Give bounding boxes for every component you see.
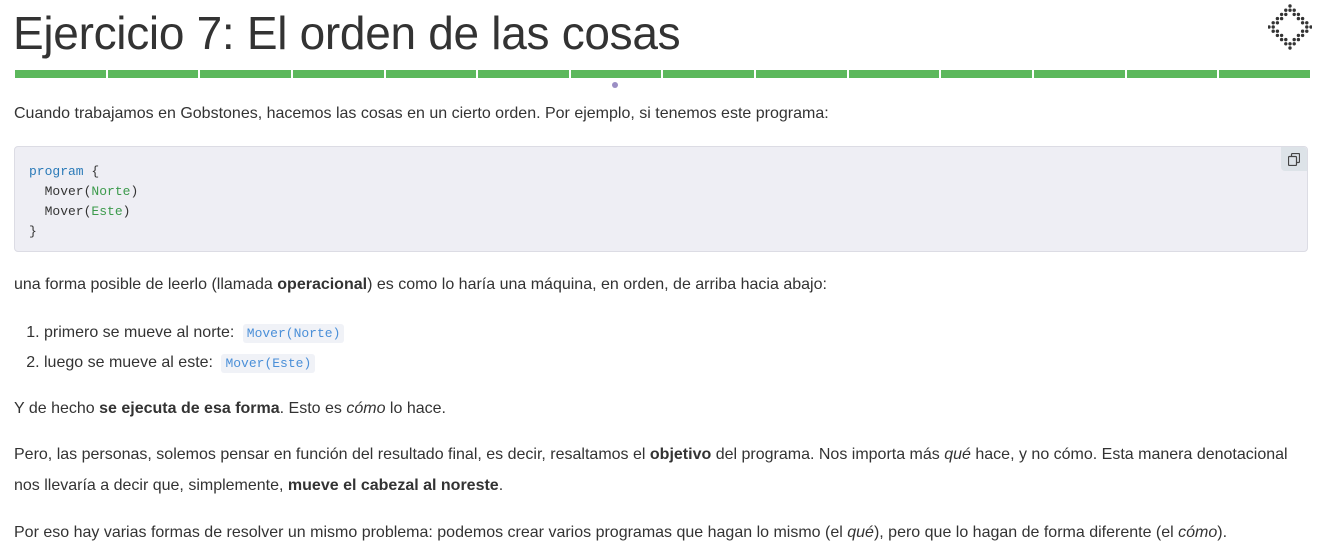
logo-dot bbox=[1292, 8, 1296, 12]
logo-dot bbox=[1279, 37, 1284, 42]
list-item: primero se mueve al norte: Mover(Norte) bbox=[44, 318, 644, 348]
text-span: . Esto es bbox=[279, 400, 347, 417]
logo-dot bbox=[1300, 16, 1305, 21]
progress-segment[interactable] bbox=[478, 70, 569, 78]
logo-dot bbox=[1288, 4, 1292, 8]
italic-term: cómo bbox=[1178, 524, 1218, 541]
logo-dot bbox=[1279, 12, 1284, 17]
conclusion-paragraph: Por eso hay varias formas de resolver un… bbox=[14, 517, 1314, 548]
bold-term: operacional bbox=[277, 276, 368, 293]
text-span: ). bbox=[1217, 524, 1228, 541]
progress-segment[interactable] bbox=[848, 70, 940, 78]
logo-dot bbox=[1275, 21, 1280, 25]
text-span: Por eso hay varias formas de resolver un… bbox=[14, 524, 848, 541]
logo-dot bbox=[1305, 21, 1309, 25]
progress-segment[interactable] bbox=[15, 70, 106, 78]
logo-dot bbox=[1271, 21, 1275, 25]
inline-code: Mover(Norte) bbox=[242, 324, 345, 343]
progress-segment[interactable] bbox=[663, 70, 755, 78]
text-span: del programa. Nos importa más bbox=[711, 446, 945, 463]
logo-dot bbox=[1300, 29, 1305, 33]
exercise-progress-bar bbox=[15, 70, 1310, 78]
logo-dot bbox=[1288, 42, 1292, 46]
code-text: { bbox=[83, 164, 100, 179]
progress-segment[interactable] bbox=[107, 70, 199, 78]
logo-dot bbox=[1279, 33, 1284, 38]
text-span: ), pero que lo hagan de forma diferente … bbox=[873, 524, 1179, 541]
inline-code: Mover(Este) bbox=[221, 354, 316, 373]
logo-dot bbox=[1279, 16, 1284, 21]
step-text: luego se mueve al este: bbox=[44, 354, 213, 371]
code-argument: Este bbox=[91, 204, 123, 219]
current-exercise-marker bbox=[612, 82, 618, 88]
list-item: luego se mueve al este: Mover(Este) bbox=[44, 348, 644, 378]
progress-segment[interactable] bbox=[385, 70, 477, 78]
logo-dot bbox=[1296, 16, 1301, 21]
bold-term: se ejecuta de esa forma bbox=[99, 400, 280, 417]
progress-segment[interactable] bbox=[570, 70, 662, 78]
logo-dot bbox=[1300, 33, 1305, 38]
logo-dot bbox=[1275, 16, 1280, 21]
logo-dot bbox=[1275, 33, 1280, 38]
logo-dot bbox=[1284, 37, 1288, 42]
logo-dot bbox=[1300, 21, 1305, 25]
steps-list: primero se mueve al norte: Mover(Norte) … bbox=[14, 318, 644, 378]
progress-segment[interactable] bbox=[1219, 70, 1310, 78]
operational-paragraph: una forma posible de leerlo (llamada ope… bbox=[14, 269, 1314, 300]
code-text: ) bbox=[130, 184, 139, 199]
text-span: una forma posible de leerlo (llamada bbox=[14, 276, 278, 293]
code-text: } bbox=[29, 224, 37, 239]
execution-paragraph: Y de hecho se ejecuta de esa forma. Esto… bbox=[14, 393, 1314, 424]
logo-dot bbox=[1296, 12, 1301, 17]
logo-dot bbox=[1292, 42, 1296, 46]
logo-dot bbox=[1305, 25, 1309, 29]
code-text: Mover( bbox=[29, 204, 92, 219]
code-text: Mover( bbox=[29, 184, 92, 199]
progress-segment[interactable] bbox=[1126, 70, 1218, 78]
logo-dot bbox=[1296, 33, 1301, 38]
progress-segment[interactable] bbox=[292, 70, 384, 78]
bold-term: mueve el cabezal al noreste bbox=[287, 477, 499, 494]
logo-dot bbox=[1271, 29, 1275, 33]
copy-icon bbox=[1288, 152, 1300, 166]
logo-dot bbox=[1288, 8, 1292, 12]
text-span: lo hace. bbox=[385, 400, 446, 417]
progress-segment[interactable] bbox=[756, 70, 847, 78]
bold-term: objetivo bbox=[649, 446, 712, 463]
italic-term: qué bbox=[847, 524, 874, 541]
italic-term: cómo bbox=[346, 400, 386, 417]
logo-dot bbox=[1284, 42, 1288, 46]
progress-segment[interactable] bbox=[200, 70, 291, 78]
logo-dot bbox=[1292, 12, 1296, 17]
progress-segment[interactable] bbox=[1034, 70, 1125, 78]
text-span: ) es como lo haría una máquina, en orden… bbox=[367, 276, 827, 293]
denotational-paragraph: Pero, las personas, solemos pensar en fu… bbox=[14, 439, 1314, 501]
code-block: program { Mover(Norte) Mover(Este) } bbox=[14, 146, 1308, 252]
gobstones-logo-icon bbox=[1268, 4, 1312, 50]
progress-segment[interactable] bbox=[941, 70, 1033, 78]
intro-paragraph: Cuando trabajamos en Gobstones, hacemos … bbox=[14, 105, 829, 122]
logo-dot bbox=[1309, 25, 1312, 29]
copy-button[interactable] bbox=[1281, 147, 1307, 171]
logo-dot bbox=[1288, 46, 1292, 50]
logo-dot bbox=[1284, 8, 1288, 12]
code-keyword: program bbox=[29, 164, 84, 179]
logo-dot bbox=[1268, 25, 1271, 29]
logo-dot bbox=[1292, 37, 1296, 42]
logo-dot bbox=[1275, 29, 1280, 33]
code-text: ) bbox=[122, 204, 131, 219]
text-span: Y de hecho bbox=[14, 400, 100, 417]
code-argument: Norte bbox=[91, 184, 131, 199]
logo-dot bbox=[1284, 12, 1288, 17]
page-title: Ejercicio 7: El orden de las cosas bbox=[13, 7, 681, 59]
code-content: program { Mover(Norte) Mover(Este) } bbox=[29, 162, 138, 242]
step-text: primero se mueve al norte: bbox=[44, 324, 235, 341]
logo-dot bbox=[1296, 37, 1301, 42]
italic-term: qué bbox=[944, 446, 971, 463]
text-span: Pero, las personas, solemos pensar en fu… bbox=[14, 446, 650, 463]
logo-dot bbox=[1271, 25, 1275, 29]
logo-dot bbox=[1305, 29, 1309, 33]
text-span: . bbox=[498, 477, 504, 494]
